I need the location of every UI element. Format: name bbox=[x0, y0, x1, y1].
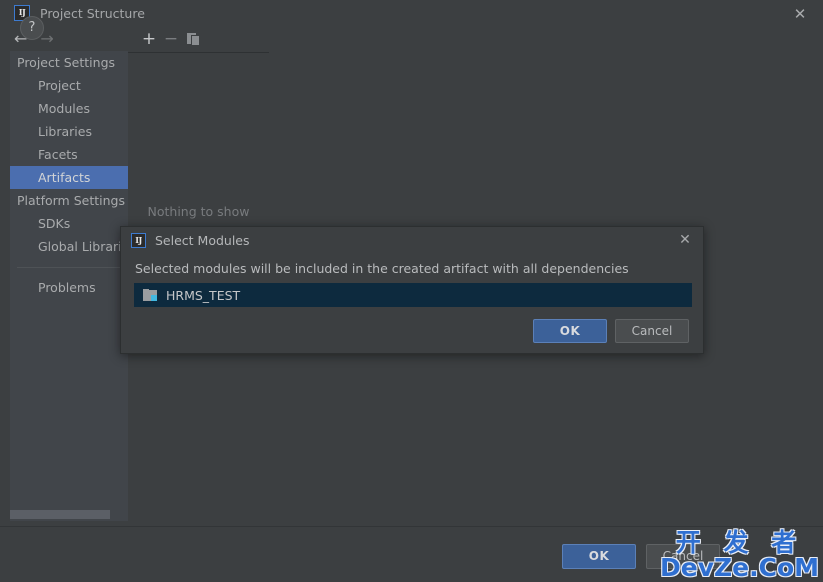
artifacts-toolbar: + − bbox=[128, 26, 269, 53]
sidebar-item-global-librari[interactable]: Global Librari bbox=[10, 235, 128, 258]
window-title: Project Structure bbox=[40, 5, 145, 21]
module-icon bbox=[143, 288, 158, 302]
dialog-description: Selected modules will be included in the… bbox=[135, 261, 629, 276]
sidebar-secondary-list: Problems bbox=[10, 276, 128, 299]
add-artifact-button[interactable]: + bbox=[138, 28, 160, 50]
dialog-intellij-logo-icon: IJ bbox=[131, 233, 146, 248]
dialog-close-icon[interactable]: ✕ bbox=[675, 231, 695, 249]
window-titlebar: IJ Project Structure bbox=[0, 0, 823, 26]
copy-artifact-button[interactable] bbox=[182, 28, 204, 50]
minus-icon: − bbox=[163, 28, 179, 49]
sidebar-item-libraries[interactable]: Libraries bbox=[10, 120, 128, 143]
remove-artifact-button[interactable]: − bbox=[160, 28, 182, 50]
sidebar-item-project-settings: Project Settings bbox=[17, 55, 116, 70]
sidebar-item-artifacts[interactable]: Artifacts bbox=[10, 166, 128, 189]
dialog-cancel-button[interactable]: Cancel bbox=[615, 319, 689, 343]
settings-sidebar: Project Settings Project Modules Libraries F… bbox=[10, 51, 128, 521]
select-modules-dialog: IJ Select Modules ✕ Selected modules wil… bbox=[120, 226, 704, 354]
sidebar-horizontal-scrollbar[interactable] bbox=[10, 510, 110, 519]
close-icon[interactable]: ✕ bbox=[787, 5, 813, 23]
sidebar-item-project[interactable]: Project bbox=[10, 74, 128, 97]
project-structure-window: IJ Project Structure ✕ ← → Project Setti… bbox=[0, 0, 823, 582]
sidebar-list: Project Settings Project Modules Libraries F… bbox=[10, 51, 128, 258]
ok-button[interactable]: OK bbox=[562, 544, 636, 569]
sidebar-item-sdks[interactable]: SDKs bbox=[10, 212, 128, 235]
empty-state-text: Nothing to show bbox=[147, 204, 250, 219]
sidebar-divider bbox=[17, 267, 121, 268]
dialog-titlebar: IJ Select Modules ✕ bbox=[121, 227, 703, 254]
help-button[interactable]: ? bbox=[20, 16, 44, 40]
cancel-button[interactable]: Cancel bbox=[646, 544, 720, 569]
module-list-item[interactable]: HRMS_TEST bbox=[134, 283, 692, 307]
sidebar-item-facets[interactable]: Facets bbox=[10, 143, 128, 166]
sidebar-item-platform-settings: Platform Settings bbox=[17, 193, 125, 208]
sidebar-item-problems[interactable]: Problems bbox=[10, 276, 128, 299]
sidebar-item-modules[interactable]: Modules bbox=[10, 97, 128, 120]
dialog-title: Select Modules bbox=[155, 233, 250, 248]
dialog-ok-button[interactable]: OK bbox=[533, 319, 607, 343]
plus-icon: + bbox=[141, 28, 157, 49]
module-name: HRMS_TEST bbox=[166, 287, 241, 303]
copy-icon bbox=[186, 32, 200, 46]
